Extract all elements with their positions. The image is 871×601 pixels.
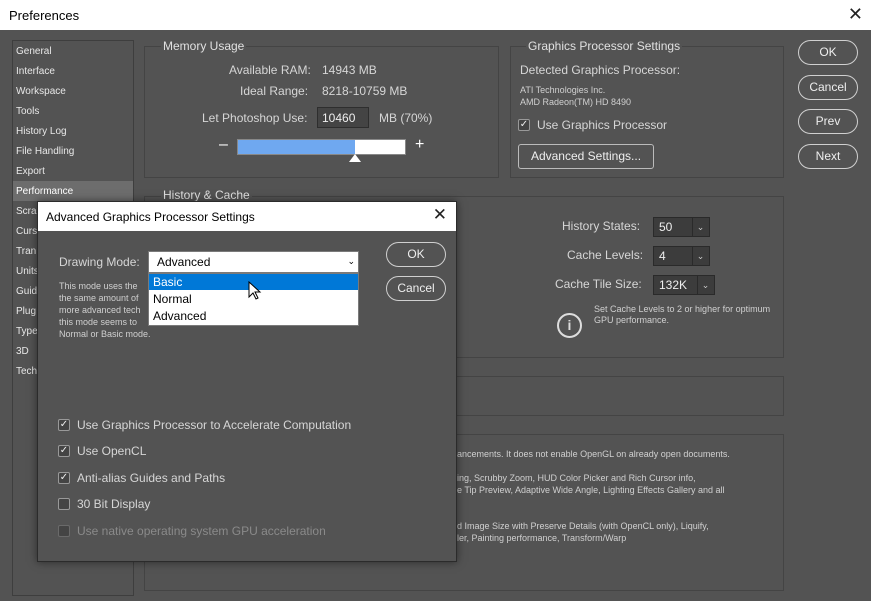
gpu-vendor: ATI Technologies Inc. bbox=[520, 85, 606, 95]
mode-description-2: the same amount of bbox=[59, 293, 139, 303]
nav-item-export[interactable]: Export bbox=[13, 161, 133, 181]
cache-tile-size-value: 132K bbox=[659, 278, 688, 292]
gpu-computation-checkbox[interactable]: ✓ bbox=[58, 419, 70, 431]
dialog-title: Advanced Graphics Processor Settings bbox=[46, 210, 255, 224]
opencl-label: Use OpenCL bbox=[77, 444, 147, 458]
nav-item-file-handling[interactable]: File Handling bbox=[13, 141, 133, 161]
window-title: Preferences bbox=[9, 8, 80, 23]
decrease-memory-button[interactable]: – bbox=[219, 136, 228, 154]
ok-button[interactable]: OK bbox=[798, 40, 858, 65]
use-gpu-checkbox[interactable]: ✓ bbox=[518, 119, 530, 131]
description-line-4: d Image Size with Preserve Details (with… bbox=[457, 521, 709, 531]
advanced-settings-button[interactable]: Advanced Settings... bbox=[518, 144, 654, 169]
thirty-bit-label: 30 Bit Display bbox=[77, 497, 151, 511]
opencl-checkbox[interactable]: ✓ bbox=[58, 445, 70, 457]
nav-item-performance[interactable]: Performance bbox=[13, 181, 133, 201]
description-line-5: ler, Painting performance, Transform/War… bbox=[457, 533, 627, 543]
description-line-3: e Tip Preview, Adaptive Wide Angle, Ligh… bbox=[457, 485, 725, 495]
chevron-down-icon: ⌄ bbox=[347, 256, 355, 266]
close-icon[interactable]: ✕ bbox=[433, 205, 447, 225]
dialog-ok-button[interactable]: OK bbox=[386, 242, 446, 267]
cache-info-text: Set Cache Levels to 2 or higher for opti… bbox=[594, 304, 771, 325]
history-states-value: 50 bbox=[659, 220, 673, 234]
nav-item-workspace[interactable]: Workspace bbox=[13, 81, 133, 101]
gpu-model: AMD Radeon(TM) HD 8490 bbox=[520, 97, 632, 107]
mode-description-4: this mode seems to bbox=[59, 317, 138, 327]
mode-description-1: This mode uses the bbox=[59, 281, 138, 291]
mode-description-3: more advanced tech bbox=[59, 305, 141, 315]
drawing-mode-select[interactable]: Advanced ⌄ bbox=[148, 251, 359, 273]
gpu-computation-label: Use Graphics Processor to Accelerate Com… bbox=[77, 418, 352, 432]
gpu-settings-title: Graphics Processor Settings bbox=[526, 39, 683, 53]
chevron-down-icon: ⌄ bbox=[692, 247, 708, 265]
memory-slider-track[interactable] bbox=[237, 139, 406, 162]
let-photoshop-use-label: Let Photoshop Use: bbox=[202, 111, 308, 125]
nav-item-interface[interactable]: Interface bbox=[13, 61, 133, 81]
option-advanced[interactable]: Advanced bbox=[149, 308, 358, 324]
use-gpu-label: Use Graphics Processor bbox=[537, 118, 668, 132]
detected-gpu-label: Detected Graphics Processor: bbox=[520, 63, 681, 77]
ideal-range-label: Ideal Range: bbox=[240, 84, 309, 98]
title-bar: Preferences ✕ bbox=[0, 0, 871, 30]
available-ram-value: 14943 MB bbox=[322, 63, 377, 77]
nav-item-general[interactable]: General bbox=[13, 41, 133, 61]
close-icon[interactable]: ✕ bbox=[848, 4, 863, 25]
mode-description-5: Normal or Basic mode. bbox=[59, 329, 151, 339]
increase-memory-button[interactable]: + bbox=[415, 136, 424, 154]
chevron-down-icon: ⌄ bbox=[697, 276, 713, 294]
chevron-down-icon: ⌄ bbox=[692, 218, 708, 236]
cache-levels-select[interactable]: 4 ⌄ bbox=[653, 246, 710, 266]
cancel-button[interactable]: Cancel bbox=[798, 75, 858, 100]
next-button[interactable]: Next bbox=[798, 144, 858, 169]
thirty-bit-checkbox[interactable] bbox=[58, 498, 70, 510]
anti-alias-checkbox[interactable]: ✓ bbox=[58, 472, 70, 484]
drawing-mode-value: Advanced bbox=[157, 255, 211, 269]
memory-slider-fill bbox=[238, 140, 355, 154]
ideal-range-value: 8218-10759 MB bbox=[322, 84, 408, 98]
description-line-1: ancements. It does not enable OpenGL on … bbox=[457, 449, 730, 459]
dialog-cancel-button[interactable]: Cancel bbox=[386, 276, 446, 301]
dialog-title-bar: Advanced Graphics Processor Settings ✕ bbox=[38, 202, 456, 231]
cache-tile-size-select[interactable]: 132K ⌄ bbox=[653, 275, 715, 295]
prev-button[interactable]: Prev bbox=[798, 109, 858, 134]
cache-levels-value: 4 bbox=[659, 249, 666, 263]
history-states-select[interactable]: 50 ⌄ bbox=[653, 217, 710, 237]
native-gpu-label: Use native operating system GPU accelera… bbox=[77, 524, 326, 538]
cache-levels-label: Cache Levels: bbox=[567, 248, 644, 262]
available-ram-label: Available RAM: bbox=[229, 63, 311, 77]
history-states-label: History States: bbox=[562, 219, 641, 233]
memory-input[interactable]: 10460 bbox=[317, 107, 369, 128]
nav-item-history-log[interactable]: History Log bbox=[13, 121, 133, 141]
memory-usage-title: Memory Usage bbox=[161, 39, 247, 53]
preferences-window: Preferences ✕ General Interface Workspac… bbox=[0, 0, 871, 601]
anti-alias-label: Anti-alias Guides and Paths bbox=[77, 471, 226, 485]
drawing-mode-label: Drawing Mode: bbox=[59, 255, 140, 269]
info-icon: i bbox=[557, 313, 582, 338]
mouse-cursor-icon bbox=[248, 281, 262, 300]
history-cache-title: History & Cache bbox=[161, 188, 252, 202]
memory-unit-label: MB (70%) bbox=[379, 111, 433, 125]
native-gpu-checkbox bbox=[58, 525, 70, 537]
description-line-2: ing, Scrubby Zoom, HUD Color Picker and … bbox=[457, 473, 696, 483]
cache-tile-size-label: Cache Tile Size: bbox=[555, 277, 642, 291]
nav-item-tools[interactable]: Tools bbox=[13, 101, 133, 121]
memory-slider-handle[interactable] bbox=[349, 154, 361, 162]
